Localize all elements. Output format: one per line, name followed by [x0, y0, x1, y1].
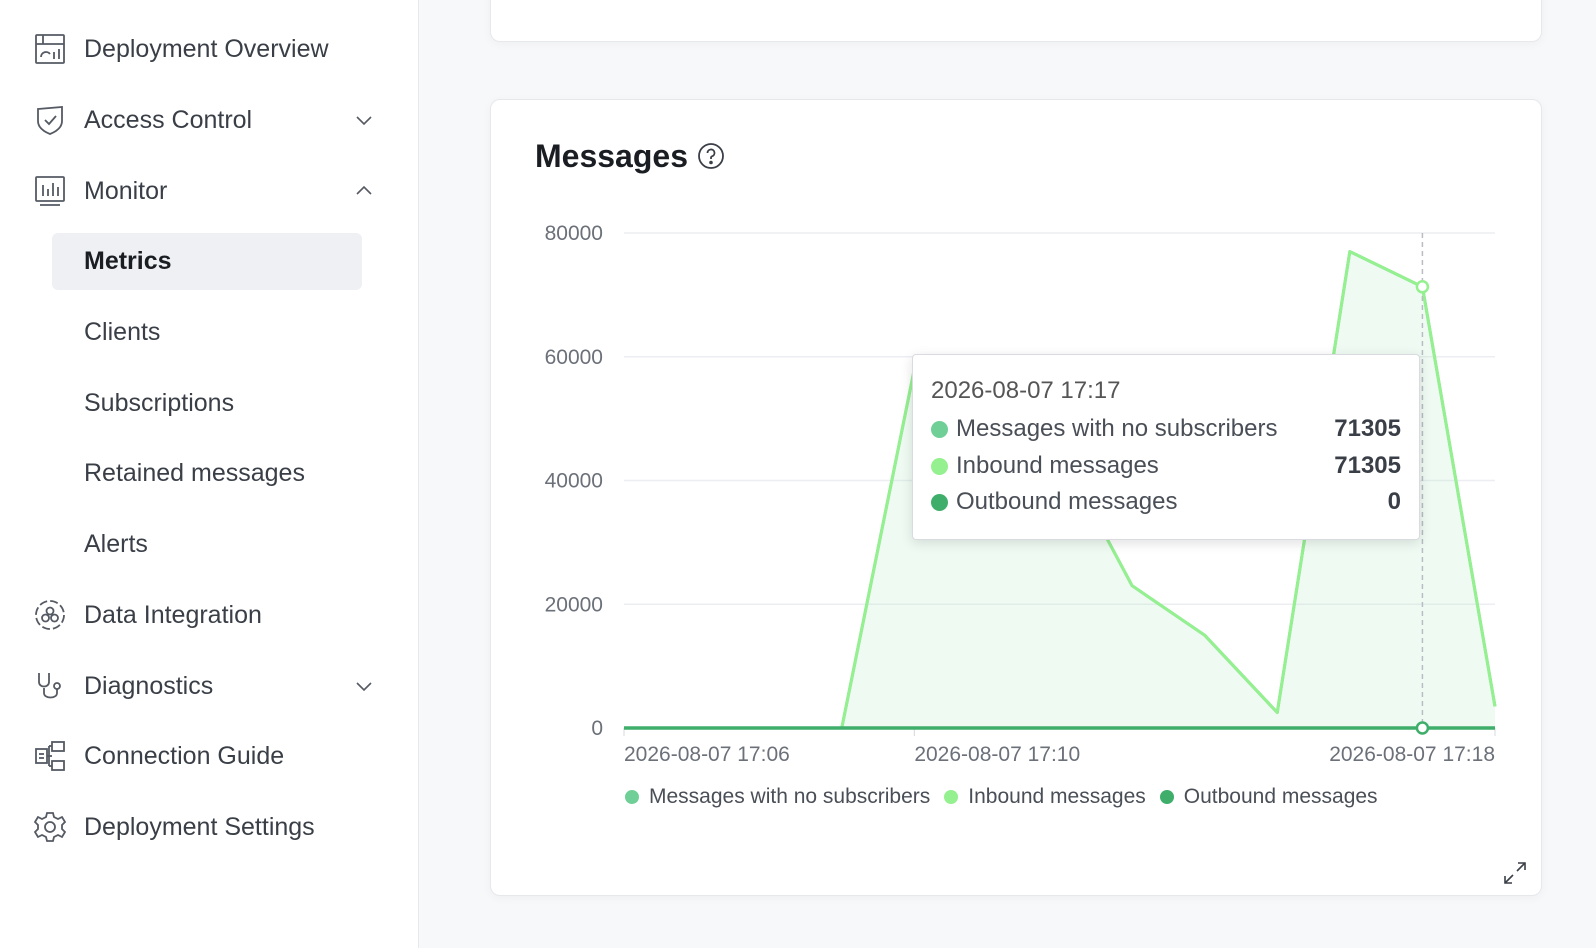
chart-legend: Messages with no subscribers Inbound mes… — [625, 785, 1392, 809]
legend-label: Outbound messages — [1183, 785, 1378, 808]
y-tick-label: 80000 — [545, 222, 603, 245]
tooltip-row: Inbound messages 71305 — [931, 451, 1401, 481]
bar-chart-icon — [33, 174, 67, 208]
sidebar-item-label: Access Control — [84, 105, 253, 134]
sidebar-item-diagnostics[interactable]: Diagnostics — [0, 658, 418, 714]
tooltip-series-name: Messages with no subscribers — [956, 415, 1278, 442]
sidebar-item-data-integration[interactable]: Data Integration — [0, 587, 418, 643]
sidebar-item-metrics[interactable]: Metrics — [52, 233, 362, 290]
chart-tooltip: 2026-08-07 17:17 Messages with no subscr… — [912, 354, 1420, 540]
sidebar: Deployment Overview Access Control Monit… — [0, 0, 419, 948]
sidebar-item-label: Monitor — [84, 176, 168, 205]
sidebar-item-label: Diagnostics — [84, 671, 214, 700]
x-tick-label: 2026-08-07 17:06 — [624, 743, 790, 766]
hover-point-outbound — [1415, 721, 1430, 735]
sidebar-item-deployment-settings[interactable]: Deployment Settings — [0, 799, 418, 855]
legend-dot — [1159, 790, 1174, 804]
tooltip-title: 2026-08-07 17:17 — [931, 377, 1121, 404]
sidebar-item-monitor[interactable]: Monitor — [0, 163, 418, 219]
sidebar-item-label: Data Integration — [84, 600, 262, 629]
legend-dot — [625, 790, 639, 804]
sidebar-item-alerts[interactable]: Alerts — [52, 516, 362, 573]
legend-label: Inbound messages — [968, 785, 1146, 808]
shield-icon — [33, 103, 67, 137]
sidebar-item-label: Clients — [84, 318, 161, 346]
y-tick-label: 60000 — [545, 346, 603, 369]
y-tick-label: 0 — [591, 717, 603, 740]
sidebar-item-label: Retained messages — [84, 459, 305, 487]
tooltip-dot — [931, 493, 948, 511]
y-tick-label: 40000 — [545, 470, 603, 493]
sidebar-item-subscriptions[interactable]: Subscriptions — [52, 375, 362, 432]
sidebar-item-deployment-overview[interactable]: Deployment Overview — [0, 21, 418, 77]
x-tick-label: 2026-08-07 17:18 — [1329, 743, 1495, 766]
sidebar-item-connection-guide[interactable]: Connection Guide — [0, 728, 418, 784]
tooltip-series-name: Inbound messages — [956, 452, 1159, 479]
tooltip-row: Outbound messages 0 — [931, 487, 1401, 517]
sidebar-item-label: Subscriptions — [84, 389, 235, 417]
tooltip-series-value: 71305 — [1334, 452, 1401, 479]
legend-dot — [944, 790, 959, 804]
legend-item-inbound[interactable]: Inbound messages — [944, 785, 1146, 809]
stethoscope-icon — [33, 669, 67, 703]
legend-item-outbound[interactable]: Outbound messages — [1159, 785, 1378, 809]
legend-item-no-subscribers[interactable]: Messages with no subscribers — [625, 785, 930, 809]
sidebar-item-label: Alerts — [84, 530, 148, 558]
expand-icon[interactable] — [1501, 859, 1529, 887]
messages-card: Messages 0 20000 40000 60000 80000 2026-08-07… — [490, 99, 1542, 896]
connection-icon — [33, 739, 67, 773]
sidebar-item-label: Connection Guide — [84, 741, 285, 770]
chevron-down-icon[interactable] — [354, 676, 374, 696]
dashboard-icon — [33, 32, 67, 66]
sidebar-item-clients[interactable]: Clients — [52, 304, 362, 361]
legend-label: Messages with no subscribers — [649, 785, 931, 808]
previous-chart-card — [490, 0, 1542, 42]
tooltip-dot — [931, 457, 948, 475]
chevron-up-icon[interactable] — [354, 181, 374, 201]
integration-icon — [33, 598, 67, 632]
tooltip-row: Messages with no subscribers 71305 — [931, 414, 1401, 444]
tooltip-series-name: Outbound messages — [956, 488, 1178, 515]
sidebar-item-label: Metrics — [84, 247, 172, 275]
hover-point-inbound — [1415, 280, 1430, 294]
sidebar-item-access-control[interactable]: Access Control — [0, 92, 418, 148]
sidebar-item-label: Deployment Overview — [84, 34, 329, 63]
tooltip-dot — [931, 420, 948, 438]
tooltip-series-value: 0 — [1387, 488, 1401, 515]
tooltip-series-value: 71305 — [1334, 415, 1401, 442]
x-tick-label: 2026-08-07 17:10 — [914, 743, 1080, 766]
gear-icon — [33, 810, 67, 844]
y-tick-label: 20000 — [545, 593, 603, 616]
chevron-down-icon[interactable] — [354, 110, 374, 130]
sidebar-item-retained-messages[interactable]: Retained messages — [52, 445, 362, 502]
sidebar-item-label: Deployment Settings — [84, 812, 315, 841]
